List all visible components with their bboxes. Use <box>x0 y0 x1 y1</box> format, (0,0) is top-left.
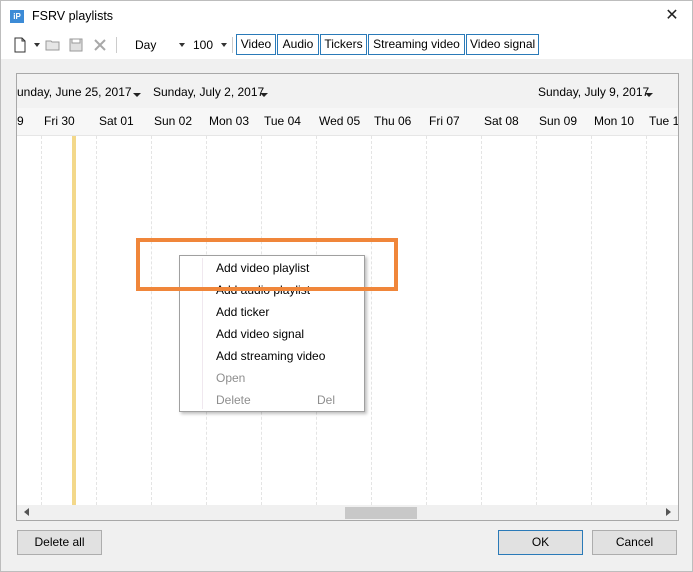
horizontal-scrollbar[interactable] <box>17 505 678 520</box>
delete-all-button[interactable]: Delete all <box>17 530 102 555</box>
week-chevron-down-icon[interactable] <box>645 93 653 97</box>
window-title: FSRV playlists <box>32 9 114 23</box>
ok-button[interactable]: OK <box>498 530 583 555</box>
menu-item-label: Delete <box>216 393 251 407</box>
day-label: Sun 02 <box>154 114 193 128</box>
toolbar: Day 100 Video Audio Tickers Streaming vi… <box>1 31 692 59</box>
grid-line <box>41 136 42 505</box>
delete-x-icon[interactable] <box>91 36 109 54</box>
menu-item-shortcut: Del <box>317 393 336 407</box>
scroll-right-icon[interactable] <box>666 508 671 516</box>
menu-item-add-video-signal[interactable]: Add video signal <box>181 323 363 345</box>
view-mode-select[interactable]: Day <box>135 38 156 52</box>
today-marker <box>72 136 76 505</box>
grid-line <box>481 136 482 505</box>
day-label: Wed 05 <box>319 114 361 128</box>
cancel-button[interactable]: Cancel <box>592 530 677 555</box>
day-label: Mon 10 <box>594 114 635 128</box>
week-header: Sunday, June 25, 2017 Sunday, July 2, 20… <box>17 74 678 108</box>
menu-item-label: Open <box>216 371 246 385</box>
day-label: Sat 01 <box>99 114 134 128</box>
day-label: Sat 08 <box>484 114 519 128</box>
menu-item-open: Open <box>181 367 363 389</box>
day-header: 9 Fri 30 Sat 01 Sun 02 Mon 03 Tue 04 Wed… <box>17 108 678 136</box>
week-label[interactable]: Sunday, July 2, 2017 <box>153 85 264 99</box>
title-bar[interactable]: iP FSRV playlists ✕ <box>1 1 692 31</box>
day-label: 9 <box>17 114 24 128</box>
menu-item-add-streaming-video[interactable]: Add streaming video <box>181 345 363 367</box>
menu-item-label: Add video signal <box>216 327 305 341</box>
grid-line <box>536 136 537 505</box>
close-icon[interactable]: ✕ <box>658 5 686 27</box>
zoom-chevron-icon[interactable] <box>221 43 227 47</box>
filter-video-signal-button[interactable]: Video signal <box>466 34 539 55</box>
filter-tickers-button[interactable]: Tickers <box>320 34 367 55</box>
grid-line <box>371 136 372 505</box>
filter-video-button[interactable]: Video <box>236 34 276 55</box>
menu-item-label: Add ticker <box>216 305 270 319</box>
scrollbar-thumb[interactable] <box>345 507 417 519</box>
filter-audio-button[interactable]: Audio <box>277 34 319 55</box>
week-label[interactable]: Sunday, June 25, 2017 <box>17 85 132 99</box>
day-label: Sun 09 <box>539 114 578 128</box>
filter-streaming-video-button[interactable]: Streaming video <box>368 34 465 55</box>
menu-item-label: Add video playlist <box>216 261 310 275</box>
day-label: Thu 06 <box>374 114 412 128</box>
menu-item-add-audio-playlist[interactable]: Add audio playlist <box>181 279 363 301</box>
day-label: Fri 07 <box>429 114 460 128</box>
open-folder-icon[interactable] <box>44 36 62 54</box>
week-chevron-down-icon[interactable] <box>260 93 268 97</box>
day-label: Tue 1 <box>649 114 678 128</box>
toolbar-separator <box>232 37 233 53</box>
new-document-icon[interactable] <box>11 36 29 54</box>
week-label[interactable]: Sunday, July 9, 2017 <box>538 85 649 99</box>
menu-item-delete: Delete Del <box>181 389 363 411</box>
zoom-select[interactable]: 100 <box>193 38 213 52</box>
grid-line <box>151 136 152 505</box>
fsrv-playlists-window: iP FSRV playlists ✕ Day 100 Video Audio … <box>0 0 693 572</box>
context-menu: Add video playlist Add audio playlist Ad… <box>179 255 365 412</box>
day-label: Tue 04 <box>264 114 301 128</box>
view-mode-chevron-icon[interactable] <box>179 43 185 47</box>
menu-item-add-video-playlist[interactable]: Add video playlist <box>181 257 363 279</box>
new-dropdown-chevron-icon[interactable] <box>34 43 40 47</box>
day-label: Mon 03 <box>209 114 250 128</box>
menu-item-add-ticker[interactable]: Add ticker <box>181 301 363 323</box>
grid-line <box>426 136 427 505</box>
menu-item-label: Add streaming video <box>216 349 326 363</box>
week-chevron-down-icon[interactable] <box>133 93 141 97</box>
grid-line <box>96 136 97 505</box>
day-label: Fri 30 <box>44 114 75 128</box>
grid-line <box>591 136 592 505</box>
app-icon: iP <box>10 10 24 23</box>
save-icon[interactable] <box>67 36 85 54</box>
toolbar-separator <box>116 37 117 53</box>
scroll-left-icon[interactable] <box>24 508 29 516</box>
menu-item-label: Add audio playlist <box>216 283 311 297</box>
grid-line <box>646 136 647 505</box>
